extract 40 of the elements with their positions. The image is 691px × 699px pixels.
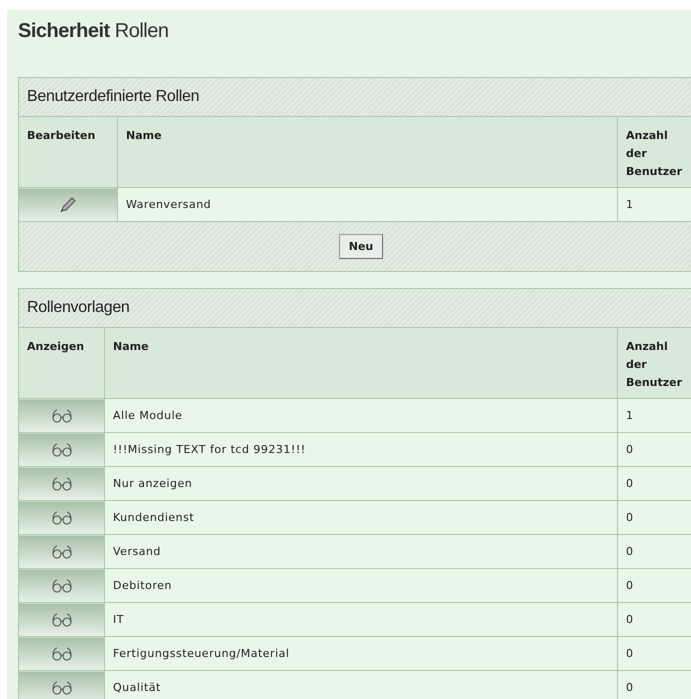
table-cell: 0	[617, 500, 691, 534]
glasses-icon[interactable]	[50, 578, 72, 592]
column-header: Bearbeiten	[18, 116, 118, 188]
glasses-icon[interactable]	[50, 442, 72, 456]
column-header: Anzeigen	[18, 328, 104, 398]
table-cell: 0	[617, 432, 691, 466]
table-cell: IT	[104, 602, 618, 636]
table-cell: 0	[617, 534, 691, 568]
table-cell: !!!Missing TEXT for tcd 99231!!!	[104, 432, 618, 466]
table-cell: 0	[617, 602, 691, 636]
table-cell: Debitoren	[104, 568, 618, 602]
table-cell: 1	[618, 188, 691, 222]
table-cell: Versand	[104, 534, 618, 568]
glasses-icon[interactable]	[50, 612, 72, 626]
glasses-icon[interactable]	[50, 476, 72, 490]
column-header: Name	[118, 116, 618, 188]
section-title: Rollenvorlagen	[18, 288, 691, 328]
column-header: Anzahl der Benutzer	[617, 328, 691, 398]
page-title: Sicherheit Rollen	[18, 20, 170, 43]
table-cell: Nur anzeigen	[104, 466, 618, 500]
new-button[interactable]: Neu	[338, 234, 384, 259]
pencil-icon[interactable]	[59, 196, 77, 214]
table-cell: Warenversand	[118, 188, 618, 222]
table-cell: 0	[617, 670, 691, 699]
glasses-icon[interactable]	[50, 646, 72, 660]
section-title: Benutzerdefinierte Rollen	[18, 78, 691, 116]
table-cell: Alle Module	[104, 398, 618, 432]
column-header: Name	[104, 328, 618, 398]
table-cell: 1	[617, 398, 691, 432]
column-header: Anzahl der Benutzer	[618, 116, 691, 188]
table-cell: Fertigungssteuerung/Material	[104, 636, 618, 670]
table-cell: 0	[617, 636, 691, 670]
glasses-icon[interactable]	[50, 544, 72, 558]
glasses-icon[interactable]	[50, 408, 72, 422]
table-cell: 0	[617, 466, 691, 500]
glasses-icon[interactable]	[50, 680, 72, 694]
table-cell: Kundendienst	[104, 500, 618, 534]
glasses-icon[interactable]	[50, 510, 72, 524]
table-cell: 0	[617, 568, 691, 602]
table-cell: Qualität	[104, 670, 618, 699]
